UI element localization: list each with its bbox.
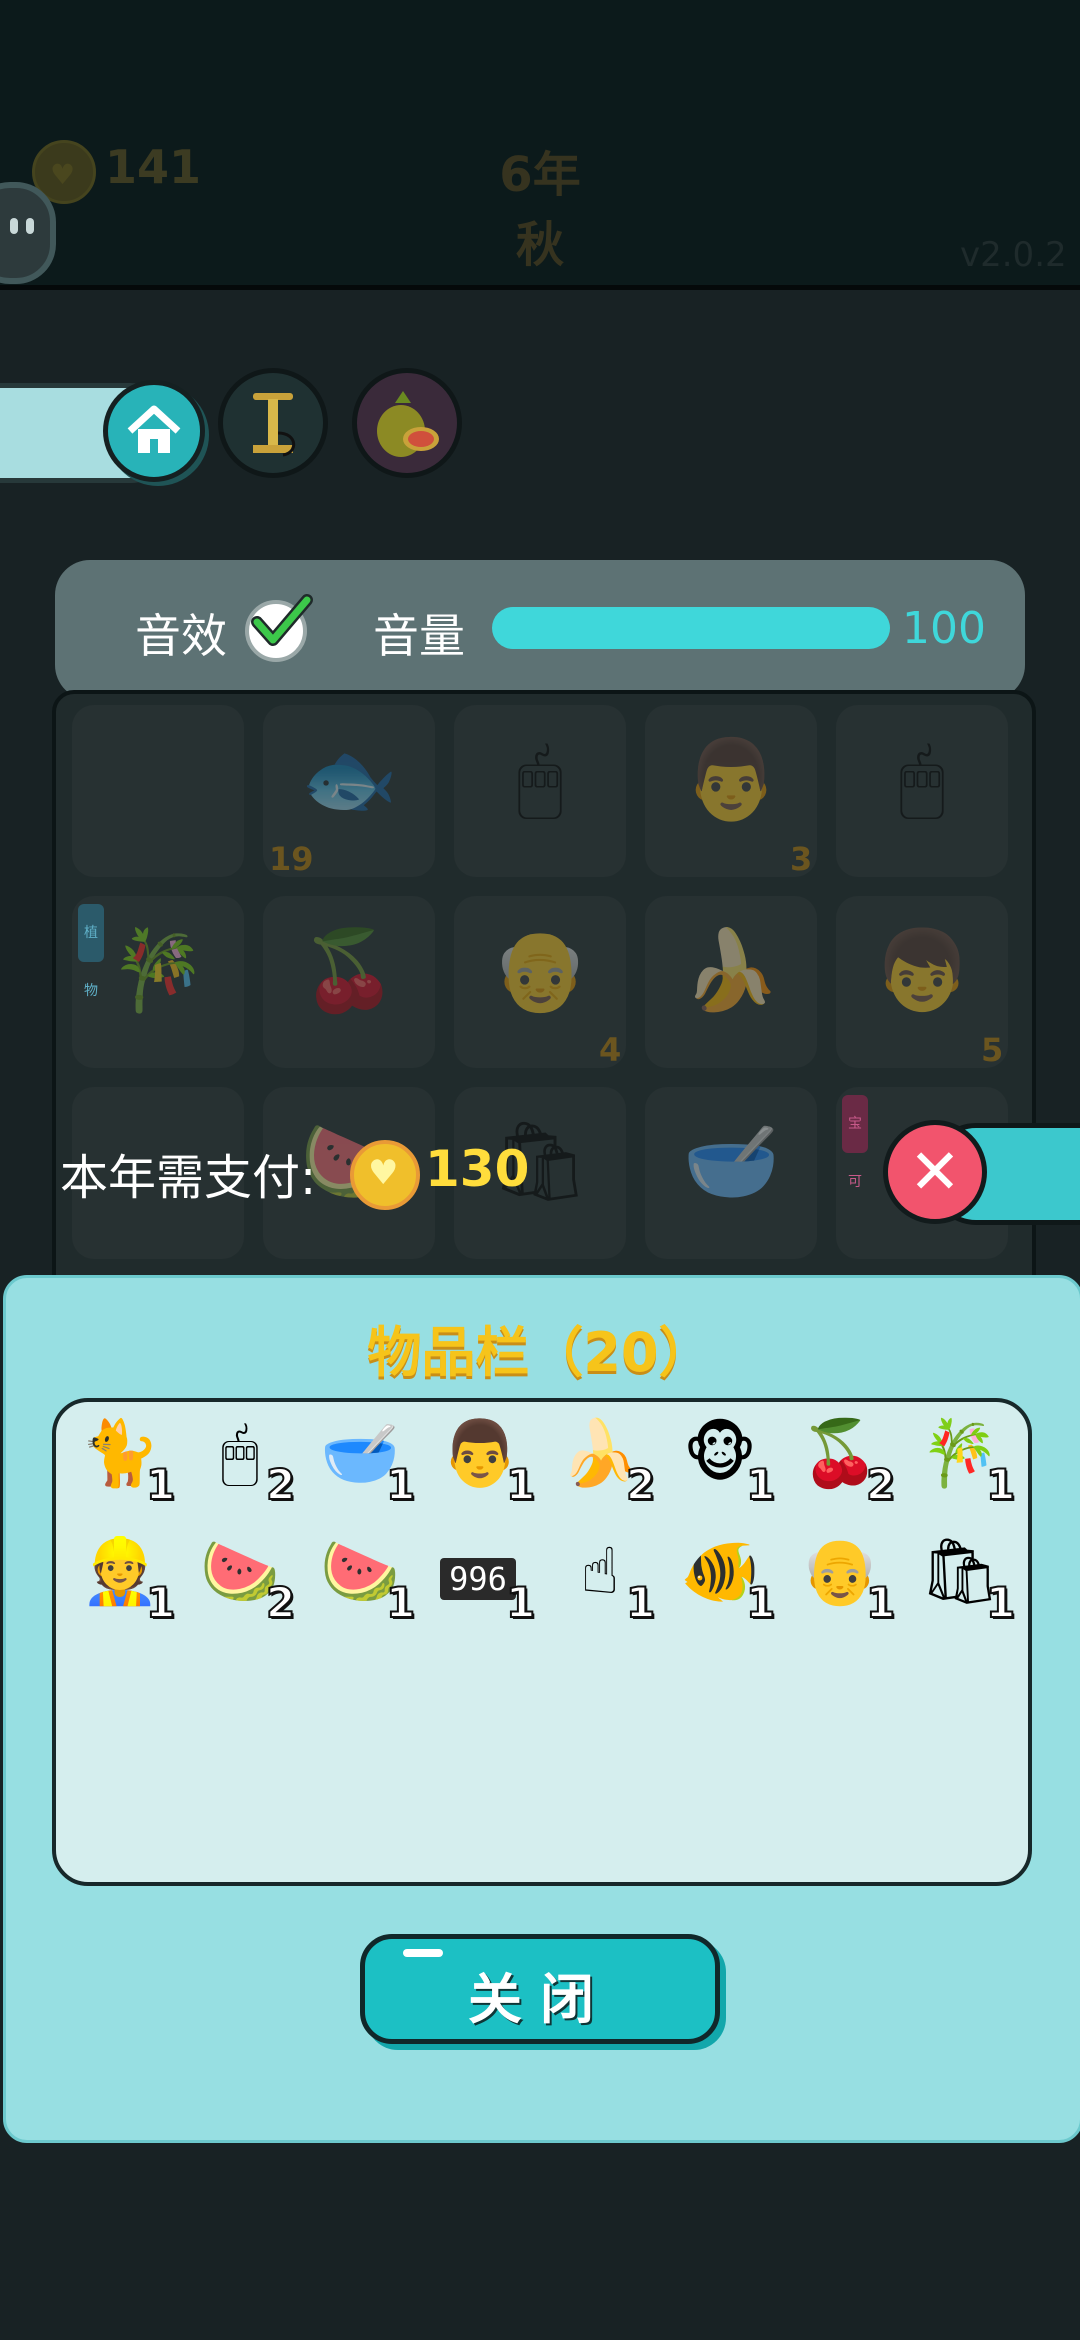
grid-cell[interactable]: 🖱 [454,705,626,877]
grid-cell[interactable]: 🍒 [263,896,435,1068]
inventory-item[interactable]: 🍒 2 [790,1412,900,1512]
inventory-item-icon: 996 [440,1558,516,1600]
grid-cell[interactable]: 🥣 [645,1087,817,1259]
grid-cell[interactable]: 👴 4 [454,896,626,1068]
inventory-item-count: 1 [865,1577,896,1628]
tool-pump[interactable] [218,368,328,478]
inventory-item[interactable]: ☝ 1 [550,1530,660,1630]
grid-item-count: 3 [790,840,813,877]
inventory-item-count: 1 [985,1577,1016,1628]
inventory-item-count: 1 [745,1577,776,1628]
grid-item-icon: 🥣 [682,1117,780,1207]
item-tag: 植物 [78,904,104,999]
grid-item-icon: 🍒 [300,926,398,1016]
inventory-item-count: 1 [385,1459,416,1510]
inventory-item-count: 2 [265,1577,296,1628]
inventory-item[interactable]: 🎋 1 [910,1412,1020,1512]
payment-label: 本年需支付: [60,1150,317,1206]
sound-toggle[interactable] [245,594,313,662]
inventory-item-count: 1 [145,1459,176,1510]
grid-item-count: 5 [981,1031,1004,1068]
inventory-item[interactable]: 🐵 1 [670,1412,780,1512]
grid-cell[interactable]: 🍌 [645,896,817,1068]
grid-item-icon: 👦 [873,926,971,1016]
volume-label: 音量 [373,609,465,663]
inventory-item-count: 1 [985,1459,1016,1510]
volume-value: 100 [902,603,986,654]
home-icon [127,405,181,453]
inventory-item-count: 1 [625,1577,656,1628]
inventory-item[interactable]: 🍉 2 [190,1530,300,1630]
pump-icon [253,393,296,457]
inventory-item-count: 2 [865,1459,896,1510]
inventory-item[interactable]: 🥣 1 [310,1412,420,1512]
grid-item-count: 19 [269,840,314,877]
inventory-item[interactable]: 👷 1 [70,1530,180,1630]
grid-cell[interactable]: 🐟 19 [263,705,435,877]
inventory-item-count: 2 [625,1459,656,1510]
pomelo-icon [377,391,439,457]
payment-value: 130 [425,1140,530,1198]
home-button[interactable] [103,380,205,482]
close-button[interactable]: 关闭 [360,1934,720,2044]
grid-cell[interactable] [72,705,244,877]
volume-slider[interactable] [492,607,890,649]
inventory-item-count: 1 [505,1459,536,1510]
inventory-item[interactable]: 👴 1 [790,1530,900,1630]
inventory-item-count: 1 [145,1577,176,1628]
item-tag: 宝可 [842,1095,868,1190]
inventory-item[interactable]: 🛍 1 [910,1530,1020,1630]
grid-item-count: 4 [599,1031,622,1068]
grid-item-icon: 🖱 [898,735,946,825]
version-label: v2.0.2 [960,235,1067,275]
inventory-item[interactable]: 🍉 1 [310,1530,420,1630]
inventory-item[interactable]: 🐈 1 [70,1412,180,1512]
checkmark-icon [251,594,313,646]
inventory-item[interactable]: 🖱 2 [190,1412,300,1512]
inventory-title: 物品栏（20） [367,1321,713,1384]
grid-cell[interactable]: 👨 3 [645,705,817,877]
grid-item-icon: 🐟 [300,735,398,825]
grid-item-icon: 👨 [682,735,780,825]
grid-cell[interactable]: 🎋 植物 [72,896,244,1068]
grid-cell[interactable]: 🖱 [836,705,1008,877]
inventory-item[interactable]: 🍌 2 [550,1412,660,1512]
tool-pomelo[interactable] [352,368,462,478]
grid-cell[interactable]: 👦 5 [836,896,1008,1068]
season-label: 秋 [515,217,564,273]
inventory-item-count: 1 [745,1459,776,1510]
year-label: 6年 [499,147,581,203]
inventory-item-count: 1 [505,1577,536,1628]
coin-icon: ♥ [350,1140,420,1210]
close-button-label: 关闭 [468,1968,612,2031]
inventory-item[interactable]: 996 1 [430,1530,540,1630]
inventory-item-count: 2 [265,1459,296,1510]
inventory-item-count: 1 [385,1577,416,1628]
inventory-item[interactable]: 🐠 1 [670,1530,780,1630]
close-icon: ✕ [909,1135,961,1208]
sound-label: 音效 [135,609,227,663]
grid-item-icon: 👴 [491,926,589,1016]
inventory-item[interactable]: 👨 1 [430,1412,540,1512]
grid-item-icon: 🖱 [516,735,564,825]
grid-item-icon: 🍌 [682,926,780,1016]
close-x-button[interactable]: ✕ [883,1120,987,1224]
